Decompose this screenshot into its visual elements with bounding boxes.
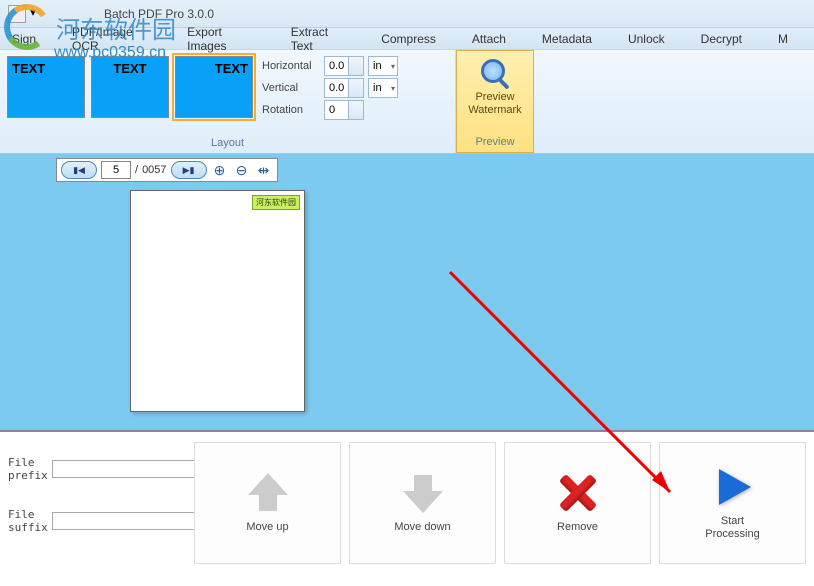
- horizontal-unit[interactable]: in: [368, 56, 398, 76]
- page-nav-bar: ▮◀ / 0057 ▶▮ ⊕ ⊖ ⇹: [56, 158, 278, 182]
- vertical-spinner[interactable]: 0.0: [324, 78, 364, 98]
- rotation-spinner[interactable]: 0: [324, 100, 364, 120]
- qat-dropdown-icon[interactable]: ▾: [30, 5, 40, 23]
- window-title: Batch PDF Pro 3.0.0: [104, 7, 214, 21]
- move-up-label: Move up: [246, 521, 288, 534]
- move-up-button[interactable]: Move up: [194, 442, 341, 564]
- layout-option-right[interactable]: TEXT: [175, 56, 253, 118]
- menu-compress[interactable]: Compress: [363, 32, 454, 46]
- arrow-up-icon: [244, 471, 292, 515]
- rotation-label: Rotation: [262, 104, 320, 116]
- magnifier-icon: [477, 57, 513, 89]
- cross-icon: [554, 471, 602, 515]
- menu-extract-text[interactable]: Extract Text: [273, 25, 364, 53]
- nav-first-button[interactable]: ▮◀: [61, 161, 97, 179]
- ribbon: TEXT TEXT TEXT Horizontal 0.0 in Vertica…: [0, 50, 814, 154]
- qat-save-icon[interactable]: [8, 5, 26, 23]
- preview-watermark-label: Preview Watermark: [461, 91, 529, 117]
- menu-export-images[interactable]: Export Images: [169, 25, 273, 53]
- remove-label: Remove: [557, 521, 598, 534]
- preview-group-label: Preview: [461, 134, 529, 150]
- start-processing-button[interactable]: Start Processing: [659, 442, 806, 564]
- file-prefix-label: File prefix: [8, 456, 48, 482]
- preview-watermark-button[interactable]: Preview Watermark: [461, 53, 529, 121]
- menu-metadata[interactable]: Metadata: [524, 32, 610, 46]
- menu-sign[interactable]: Sign: [8, 32, 54, 46]
- zoom-out-icon[interactable]: ⊖: [233, 161, 251, 179]
- menu-unlock[interactable]: Unlock: [610, 32, 683, 46]
- nav-page-input[interactable]: [101, 161, 131, 179]
- play-icon: [709, 465, 757, 509]
- menu-attach[interactable]: Attach: [454, 32, 524, 46]
- watermark-badge: 河东软件园: [252, 195, 300, 210]
- remove-button[interactable]: Remove: [504, 442, 651, 564]
- page-preview: 河东软件园: [130, 190, 305, 412]
- workspace: ▮◀ / 0057 ▶▮ ⊕ ⊖ ⇹ 河东软件园: [0, 154, 814, 432]
- start-processing-label: Start Processing: [705, 515, 759, 541]
- nav-last-button[interactable]: ▶▮: [171, 161, 207, 179]
- menu-more[interactable]: M: [760, 32, 806, 46]
- zoom-in-icon[interactable]: ⊕: [211, 161, 229, 179]
- move-down-button[interactable]: Move down: [349, 442, 496, 564]
- nav-total-pages: 0057: [142, 164, 166, 176]
- file-suffix-label: File suffix: [8, 508, 48, 534]
- vertical-label: Vertical: [262, 82, 320, 94]
- vertical-unit[interactable]: in: [368, 78, 398, 98]
- ribbon-group-preview: Preview Watermark Preview: [456, 50, 534, 153]
- nav-separator: /: [135, 164, 138, 176]
- file-prefix-input[interactable]: [52, 460, 198, 478]
- menu-decrypt[interactable]: Decrypt: [683, 32, 760, 46]
- move-down-label: Move down: [394, 521, 450, 534]
- file-suffix-input[interactable]: [52, 512, 198, 530]
- bottom-panel: File prefix File suffix Move up Move dow…: [0, 432, 814, 586]
- ribbon-group-layout: TEXT TEXT TEXT Horizontal 0.0 in Vertica…: [0, 50, 456, 153]
- layout-option-left[interactable]: TEXT: [7, 56, 85, 118]
- arrow-down-icon: [399, 471, 447, 515]
- site-watermark-url: www.pc0359.cn: [54, 44, 166, 62]
- layout-group-label: Layout: [4, 135, 451, 151]
- fit-width-icon[interactable]: ⇹: [255, 161, 273, 179]
- layout-option-center[interactable]: TEXT: [91, 56, 169, 118]
- horizontal-spinner[interactable]: 0.0: [324, 56, 364, 76]
- horizontal-label: Horizontal: [262, 60, 320, 72]
